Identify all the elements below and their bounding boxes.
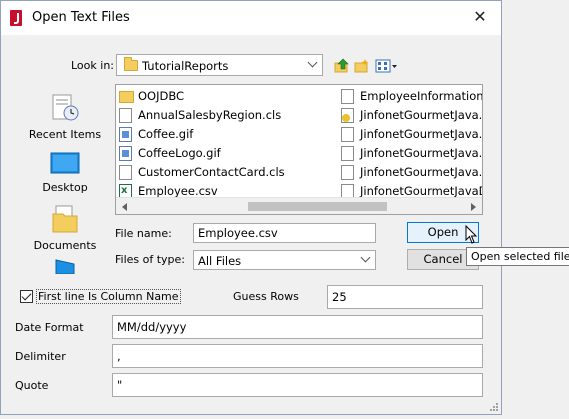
file-column-2: EmployeeInformation.c JinfonetGourmetJav… (338, 87, 482, 201)
place-label: Documents (33, 239, 97, 252)
list-item[interactable]: JinfonetGourmetJava.p (338, 163, 482, 182)
list-item[interactable]: JinfonetGourmetJava.ca (338, 125, 482, 144)
file-type-value: All Files (198, 254, 242, 268)
file-name-label: File name: (115, 227, 172, 240)
file-type-label: Files of type: (115, 253, 186, 266)
place-documents[interactable]: Documents (22, 204, 108, 252)
list-item[interactable]: OOJDBC (116, 87, 338, 106)
quote-label: Quote (15, 379, 49, 392)
image-icon (119, 127, 132, 142)
window-title: Open Text Files (32, 10, 130, 25)
title-bar: Open Text Files ✕ (1, 1, 501, 35)
document-icon (341, 89, 354, 104)
computer-icon (55, 259, 75, 274)
document-icon (341, 165, 354, 180)
document-icon (119, 108, 132, 123)
app-icon (10, 10, 22, 26)
close-button[interactable]: ✕ (459, 1, 501, 34)
list-item[interactable]: CoffeeLogo.gif (116, 144, 338, 163)
document-icon (119, 165, 132, 180)
mouse-cursor-icon (465, 225, 478, 244)
list-item[interactable]: JinfonetGourmetJava.ca (338, 106, 482, 125)
desktop-icon (50, 152, 80, 174)
file-column-1: OOJDBC AnnualSalesbyRegion.cls Coffee.gi… (116, 87, 338, 201)
delimiter-label: Delimiter (15, 350, 66, 363)
resize-grip-icon[interactable] (488, 401, 498, 411)
scrollbar-thumb[interactable] (248, 202, 387, 211)
quote-input[interactable]: " (112, 373, 483, 397)
open-text-files-dialog: Open Text Files ✕ Look in: TutorialRepor… (0, 0, 502, 415)
file-list[interactable]: OOJDBC AnnualSalesbyRegion.cls Coffee.gi… (115, 84, 483, 215)
document-icon (341, 146, 354, 161)
place-computer[interactable] (22, 258, 108, 274)
recent-items-icon (52, 94, 79, 121)
documents-icon (52, 205, 78, 233)
delimiter-input[interactable]: , (112, 344, 483, 368)
list-item[interactable]: JinfonetGourmetJava.ca (338, 144, 482, 163)
place-label: Recent Items (28, 128, 102, 141)
look-in-value: TutorialReports (142, 59, 229, 73)
file-type-combo[interactable]: All Files (193, 250, 376, 270)
first-line-label: First line Is Column Name (36, 289, 181, 304)
look-in-label: Look in: (71, 59, 114, 72)
chevron-down-icon (307, 57, 318, 68)
folder-icon (119, 91, 134, 103)
new-folder-icon[interactable] (354, 58, 370, 74)
place-desktop[interactable]: Desktop (22, 152, 108, 194)
horizontal-scrollbar[interactable] (116, 197, 482, 214)
chevron-down-icon (360, 252, 371, 263)
list-item[interactable]: EmployeeInformation.c (338, 87, 482, 106)
java-icon (341, 108, 354, 123)
document-icon (341, 127, 354, 142)
place-recent-items[interactable]: Recent Items (22, 93, 108, 141)
view-menu-icon[interactable] (375, 58, 399, 74)
date-format-label: Date Format (15, 321, 84, 334)
scroll-left-icon[interactable] (122, 203, 127, 211)
guess-rows-input[interactable]: 25 (327, 285, 483, 309)
up-folder-icon[interactable] (334, 58, 350, 74)
folder-icon (124, 57, 138, 71)
guess-rows-label: Guess Rows (233, 290, 299, 303)
scroll-right-icon[interactable] (471, 203, 476, 211)
open-tooltip: Open selected file (466, 247, 569, 266)
list-item[interactable]: Coffee.gif (116, 125, 338, 144)
image-icon (119, 146, 132, 161)
date-format-input[interactable]: MM/dd/yyyy (112, 315, 483, 339)
list-item[interactable]: CustomerContactCard.cls (116, 163, 338, 182)
file-name-input[interactable]: Employee.csv (193, 223, 376, 243)
look-in-combo[interactable]: TutorialReports (116, 54, 323, 76)
list-item[interactable]: AnnualSalesbyRegion.cls (116, 106, 338, 125)
first-line-checkbox[interactable] (20, 290, 33, 303)
place-label: Desktop (42, 181, 88, 194)
